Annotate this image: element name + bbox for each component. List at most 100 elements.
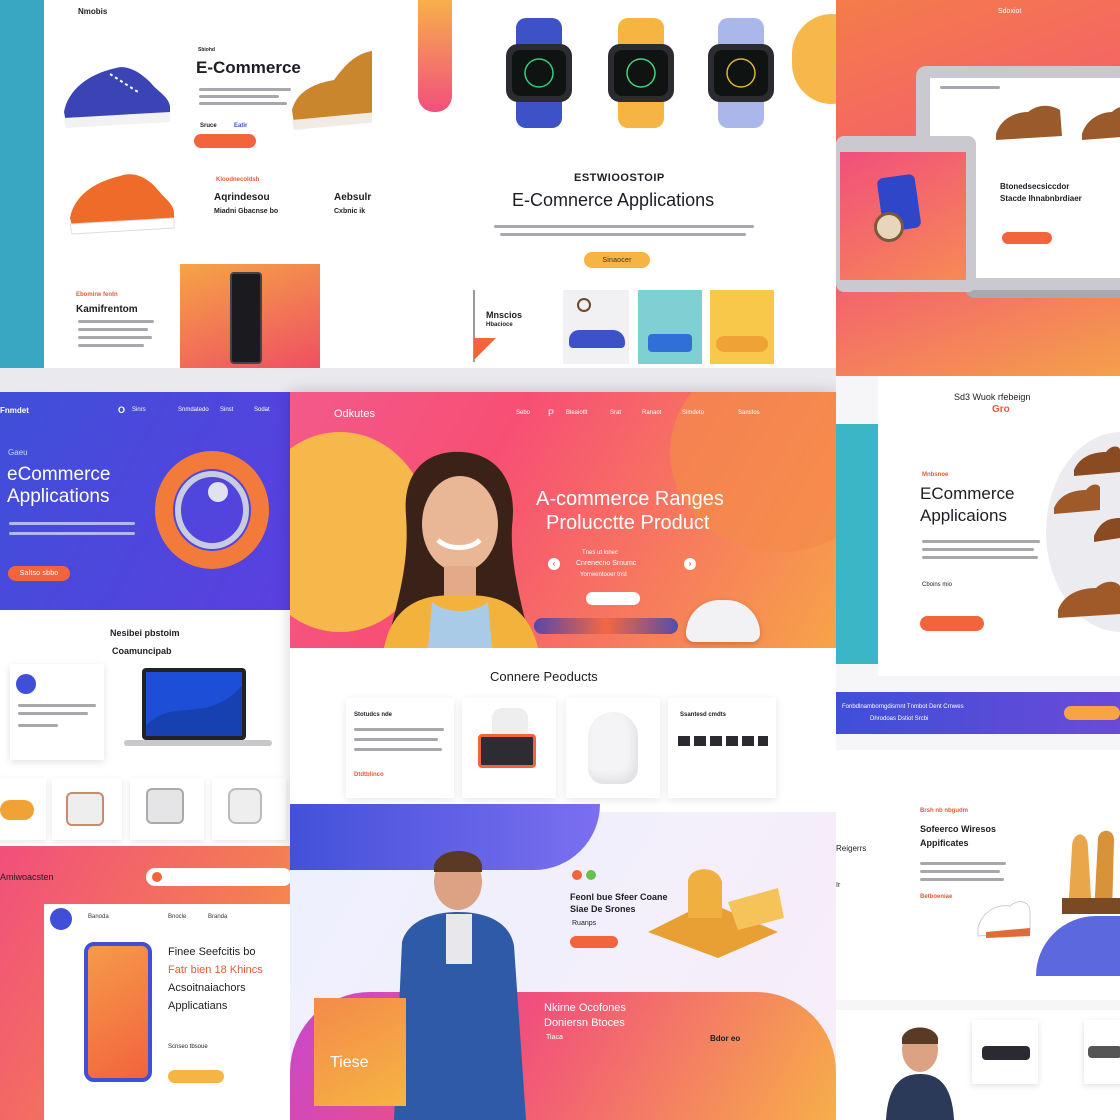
phone-icon[interactable] bbox=[84, 942, 152, 1082]
arrow-left-icon[interactable]: ‹ bbox=[548, 558, 560, 570]
watch-icon[interactable] bbox=[704, 18, 778, 128]
shoe-icon[interactable] bbox=[1080, 100, 1120, 146]
gadget-row bbox=[678, 736, 768, 746]
bottom-title-1: Nkirne Ocofones bbox=[544, 1002, 626, 1014]
shoe-icon[interactable] bbox=[1072, 442, 1120, 482]
footer-tag: Ebomirw fentn bbox=[76, 292, 118, 298]
cta-button[interactable]: Saltso sbbo bbox=[8, 566, 70, 581]
decor-blob-right bbox=[792, 14, 836, 104]
brand-logo[interactable]: Fnmdet bbox=[0, 406, 29, 415]
promo-tile[interactable]: Tiese bbox=[314, 998, 406, 1106]
side-sub: Cxbnic ik bbox=[334, 208, 366, 215]
hero-sub: Scnseo tbsoue bbox=[168, 1044, 208, 1050]
nav-link[interactable]: Sebo bbox=[516, 410, 530, 416]
product-thumb[interactable] bbox=[972, 1020, 1038, 1084]
shoe-icon[interactable] bbox=[66, 160, 178, 238]
shoe-icon[interactable] bbox=[1056, 576, 1120, 624]
nav-link[interactable]: Ranaot bbox=[642, 410, 661, 416]
watch-icon[interactable] bbox=[502, 18, 576, 128]
speaker-icon[interactable] bbox=[686, 600, 760, 642]
brand-logo[interactable]: Odkutes bbox=[334, 408, 375, 420]
card-title: Stotudcs nde bbox=[354, 712, 393, 718]
shoe-icon[interactable] bbox=[290, 46, 372, 132]
nav-link[interactable]: Bleaiotlt bbox=[566, 410, 587, 416]
shoe-icon[interactable] bbox=[1092, 508, 1120, 548]
kettle-icon bbox=[66, 792, 104, 826]
cta-button[interactable] bbox=[920, 616, 984, 631]
nav-link[interactable]: Sinrs bbox=[132, 407, 146, 413]
laptop-icon[interactable] bbox=[124, 666, 272, 750]
panel-ring: Fnmdet O Sinrs Snmdatedo Sinst Sodat Gae… bbox=[0, 392, 296, 846]
product-thumb[interactable] bbox=[52, 778, 122, 840]
cta-button[interactable] bbox=[168, 1070, 224, 1083]
promo-button[interactable] bbox=[570, 936, 618, 948]
product-card[interactable]: Stotudcs nde Dtdtblinco bbox=[346, 698, 454, 798]
panel-right-column: Sd3 Wuok rfebeign Gro Mnbsnoe ECommerce … bbox=[836, 376, 1120, 1120]
nav-link[interactable]: Sinst bbox=[220, 407, 233, 413]
nav-link[interactable]: Simdeto bbox=[682, 410, 704, 416]
info-card[interactable] bbox=[10, 664, 104, 760]
shoe-icon[interactable] bbox=[58, 52, 174, 132]
product-thumb[interactable] bbox=[212, 778, 286, 840]
hero-kicker: Gaeu bbox=[8, 448, 28, 457]
laptop-cta-button[interactable] bbox=[1002, 232, 1052, 244]
nav-link[interactable]: Snmdatedo bbox=[178, 407, 209, 413]
section-link[interactable]: Betboeniae bbox=[920, 894, 952, 900]
teal-strip bbox=[836, 424, 878, 664]
hero-title-1: ECommerce bbox=[920, 484, 1015, 503]
nav-link[interactable]: Srat bbox=[610, 410, 621, 416]
bread-icon bbox=[0, 800, 34, 820]
product-thumb[interactable] bbox=[710, 290, 774, 364]
nav-link[interactable]: Sanstos bbox=[738, 410, 760, 416]
hero-title-1: eCommerce bbox=[7, 464, 111, 485]
nav-link[interactable]: Bnocle bbox=[168, 914, 186, 920]
side-title: Reigerrs bbox=[836, 844, 867, 853]
brand-logo[interactable]: Nmobis bbox=[78, 7, 107, 16]
slipper-icon bbox=[716, 336, 768, 352]
kettle-icon bbox=[146, 788, 184, 824]
nav-link[interactable]: Banoda bbox=[88, 914, 109, 920]
product-thumb[interactable] bbox=[1084, 1020, 1120, 1084]
section-sub: Coamuncipab bbox=[112, 646, 172, 656]
section-title-1: Sofeerco Wiresos bbox=[920, 824, 996, 834]
ring-icon[interactable] bbox=[150, 446, 278, 570]
banner-button[interactable] bbox=[1064, 706, 1120, 720]
logo-icon[interactable] bbox=[50, 908, 72, 930]
hero-small-tag: Eatir bbox=[234, 123, 248, 129]
arrow-right-icon[interactable]: › bbox=[684, 558, 696, 570]
speaker-icon bbox=[230, 272, 262, 364]
hero-sub: Cnrenecno Srnumc bbox=[576, 560, 637, 567]
cta-button[interactable]: Sinaocer bbox=[584, 252, 650, 268]
nav-link[interactable]: Branda bbox=[208, 914, 227, 920]
header-title-1: Sd3 Wuok rfebeign bbox=[954, 392, 1031, 402]
panel-main-hero: Odkutes Sebo P Bleaiotlt Srat Ranaot Sim… bbox=[290, 392, 836, 1120]
search-icon[interactable] bbox=[152, 872, 162, 882]
hero-title-2: Applicaions bbox=[920, 506, 1007, 525]
product-card[interactable] bbox=[462, 698, 556, 798]
hero-search-input[interactable] bbox=[586, 592, 640, 605]
shop-button[interactable] bbox=[194, 134, 256, 148]
search-input[interactable] bbox=[146, 868, 290, 886]
product-thumb[interactable] bbox=[638, 290, 702, 364]
product-thumb[interactable] bbox=[563, 290, 629, 364]
product-thumb[interactable] bbox=[130, 778, 204, 840]
nav-icon[interactable]: O bbox=[118, 405, 125, 415]
card-tag[interactable]: Dtdtblinco bbox=[354, 772, 384, 778]
product-card[interactable] bbox=[566, 698, 660, 798]
gadget-row bbox=[534, 618, 678, 634]
product-promo-card[interactable] bbox=[180, 264, 320, 368]
utensils-icon[interactable] bbox=[1062, 828, 1120, 914]
product-card[interactable]: Ssantesd cmdts bbox=[668, 698, 776, 798]
shoe-icon[interactable] bbox=[994, 100, 1064, 146]
sneaker-icon[interactable] bbox=[976, 892, 1032, 940]
lamp-icon[interactable] bbox=[638, 862, 788, 960]
hero-title-1: A-commerce Ranges bbox=[536, 488, 724, 510]
nav-link[interactable]: Sodat bbox=[254, 407, 270, 413]
nav-icon[interactable]: P bbox=[548, 408, 554, 418]
section-title: Connere Peoducts bbox=[490, 669, 598, 684]
promo-title-2: Siae De Srones bbox=[570, 904, 636, 914]
brand-logo[interactable]: Amiwoacsten bbox=[0, 872, 54, 882]
product-thumb[interactable] bbox=[0, 778, 46, 840]
section-title-2: Appificates bbox=[920, 838, 969, 848]
watch-icon[interactable] bbox=[604, 18, 678, 128]
